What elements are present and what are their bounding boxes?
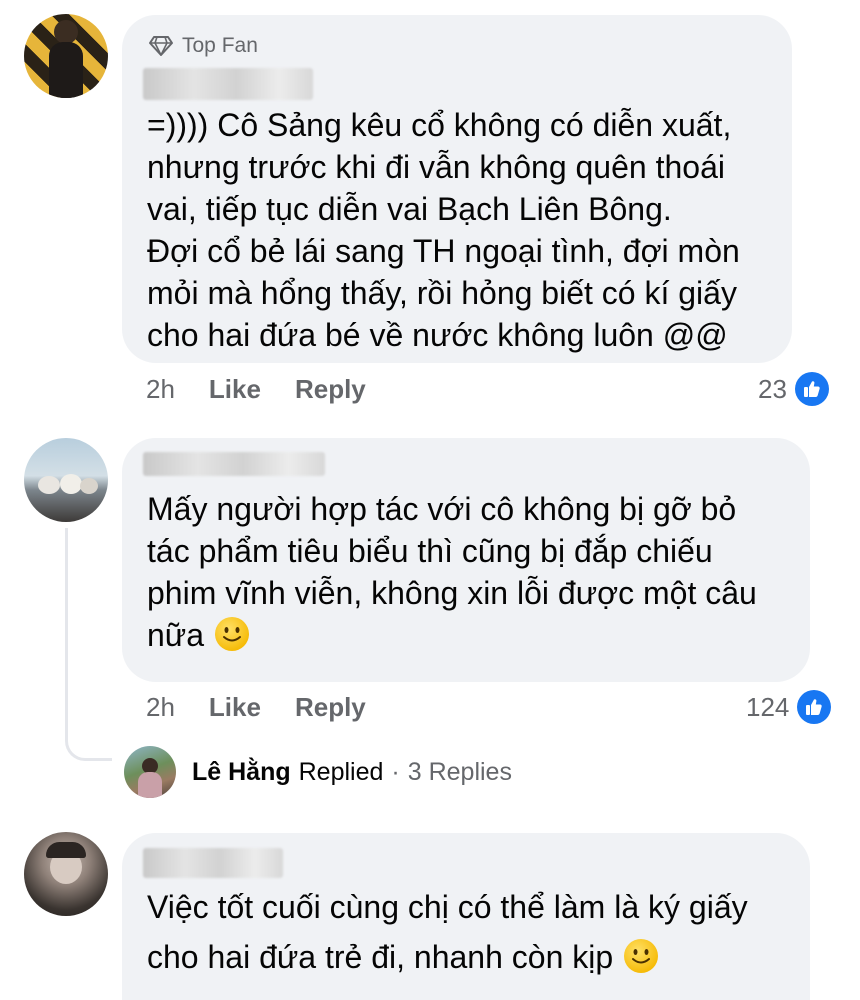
comment-line: nhưng trước khi đi vẫn không quên thoái — [147, 149, 725, 185]
comment-line-with-emoji: cho hai đứa trẻ đi, nhanh còn kịp — [147, 932, 748, 982]
smile-emoji-icon — [215, 617, 250, 651]
comment-text: =)))) Cô Sảng kêu cổ không có diễn xuất,… — [147, 104, 740, 356]
like-reaction-icon — [794, 372, 829, 406]
reply-button[interactable]: Reply — [295, 374, 366, 405]
comment-timestamp[interactable]: 2h — [146, 692, 175, 723]
separator-dot: · — [391, 758, 400, 786]
comment-timestamp[interactable]: 2h — [146, 374, 175, 405]
like-button[interactable]: Like — [209, 692, 261, 723]
comment-line: cho hai đứa bé về nước không luôn @@ — [147, 317, 728, 353]
reaction-count: 23 — [758, 373, 787, 404]
commenter-avatar[interactable] — [24, 832, 108, 916]
like-reaction-icon — [797, 690, 832, 724]
comment-actions: 2h Like Reply — [146, 374, 400, 405]
replied-label: Replied — [298, 758, 384, 786]
comment-line: mỏi mà hổng thấy, rồi hỏng biết có kí gi… — [147, 275, 737, 311]
like-button[interactable]: Like — [209, 374, 261, 405]
comment-line: Mấy người hợp tác với cô không bị gỡ bỏ — [147, 491, 737, 527]
top-fan-badge: Top Fan — [148, 34, 258, 58]
replier-avatar[interactable] — [124, 746, 176, 798]
diamond-icon — [149, 36, 173, 56]
view-replies-link[interactable]: Lê Hằng Replied · 3 Replies — [192, 758, 512, 787]
reply-button[interactable]: Reply — [295, 692, 366, 723]
commenter-avatar[interactable] — [24, 14, 108, 98]
commenter-avatar[interactable] — [24, 438, 108, 522]
commenter-name-redacted[interactable] — [143, 68, 313, 100]
commenter-name-redacted[interactable] — [143, 848, 283, 878]
comment-line: phim vĩnh viễn, không xin lỗi được một c… — [147, 575, 757, 611]
comment-line: cho hai đứa trẻ đi, nhanh còn kịp — [147, 939, 614, 975]
replier-name[interactable]: Lê Hằng — [192, 758, 291, 787]
comment-line: vai, tiếp tục diễn vai Bạch Liên Bông. — [147, 191, 672, 227]
comment-line: tác phẩm tiêu biểu thì cũng bị đắp chiếu — [147, 533, 713, 569]
replies-count[interactable]: 3 Replies — [408, 758, 512, 787]
reaction-summary[interactable]: 124 — [746, 690, 832, 724]
reaction-count: 124 — [746, 691, 790, 722]
commenter-name-redacted[interactable] — [143, 452, 325, 476]
comment-actions: 2h Like Reply — [146, 692, 400, 723]
reply-thread-line — [65, 528, 112, 761]
badge-label: Top Fan — [182, 34, 258, 57]
comment-line: =)))) Cô Sảng kêu cổ không có diễn xuất, — [147, 107, 732, 143]
smile-emoji-icon — [624, 939, 659, 973]
comment-text: Mấy người hợp tác với cô không bị gỡ bỏ … — [147, 488, 757, 656]
comment-line: nữa — [147, 617, 205, 653]
comment-line: Đợi cổ bẻ lái sang TH ngoại tình, đợi mò… — [147, 233, 740, 269]
reaction-summary[interactable]: 23 — [758, 372, 829, 406]
comment-text: Việc tốt cuối cùng chị có thể làm là ký … — [147, 882, 748, 982]
comment-line: Việc tốt cuối cùng chị có thể làm là ký … — [147, 889, 748, 925]
comment-line-with-emoji: nữa — [147, 614, 757, 656]
